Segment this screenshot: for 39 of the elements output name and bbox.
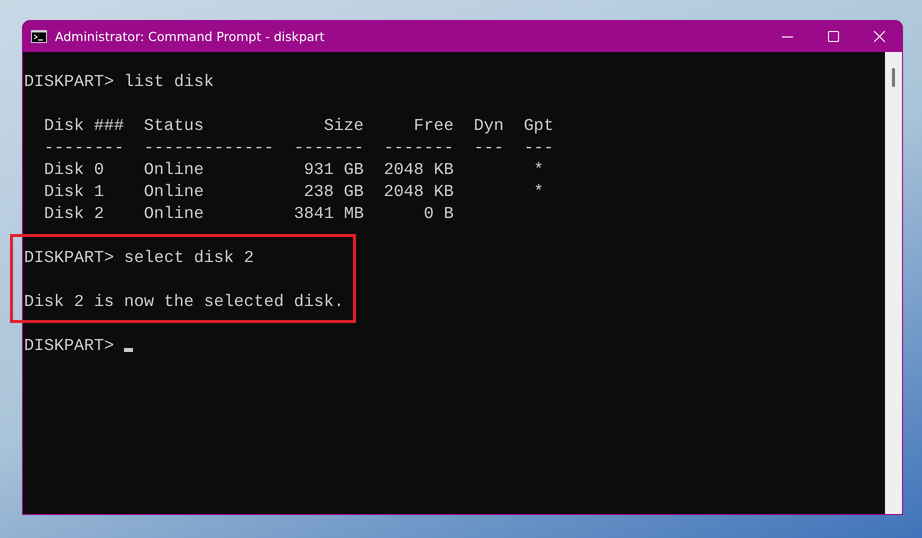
table-cell: 3841 MB bbox=[294, 204, 364, 226]
table-cell-text: Disk 1 bbox=[44, 182, 105, 204]
column-header: Gpt bbox=[524, 116, 554, 138]
column-rule: --- bbox=[474, 138, 504, 160]
maximize-icon bbox=[828, 31, 838, 42]
table-cell-text: 931 GB bbox=[302, 160, 364, 182]
column-rule: --- bbox=[524, 138, 554, 160]
column-rule: ------------- bbox=[144, 138, 274, 160]
table-cell-text: 0 B bbox=[422, 204, 454, 226]
close-icon bbox=[874, 31, 884, 42]
command-text: select disk 2 bbox=[124, 249, 254, 268]
table-cell-text: Disk 0 bbox=[44, 160, 105, 182]
minimize-icon bbox=[782, 36, 792, 38]
table-cell-text: Disk 2 bbox=[44, 204, 105, 226]
prompt-text: DISKPART> bbox=[24, 73, 114, 92]
table-cell-text: 238 GB bbox=[302, 182, 364, 204]
table-cell-text: Online bbox=[144, 160, 205, 182]
column-rule: -------- bbox=[44, 138, 124, 160]
table-cell-text: * bbox=[532, 160, 545, 182]
table-cell-text: Online bbox=[144, 182, 205, 204]
column-rule: ------- bbox=[384, 138, 454, 160]
table-cell-text: * bbox=[532, 182, 545, 204]
window-title: Administrator: Command Prompt - diskpart bbox=[55, 29, 326, 44]
scrollbar[interactable] bbox=[885, 52, 902, 514]
column-rule: ------- bbox=[294, 138, 364, 160]
command-text: list disk bbox=[124, 73, 214, 92]
column-header: Status bbox=[144, 116, 205, 138]
prompt-text: DISKPART> bbox=[24, 337, 114, 356]
prompt-text: DISKPART> bbox=[24, 249, 114, 268]
scrollbar-thumb[interactable] bbox=[892, 68, 895, 87]
table-cell: 2048 KB bbox=[384, 182, 454, 204]
column-header: Size bbox=[322, 116, 364, 138]
table-cell-text: Online bbox=[144, 204, 205, 226]
output-text: Disk 2 is now the selected disk. bbox=[24, 292, 345, 314]
table-cell: 2048 KB bbox=[384, 160, 454, 182]
column-header: Disk ### bbox=[44, 116, 124, 138]
terminal-icon bbox=[31, 30, 47, 43]
column-header: Dyn bbox=[474, 116, 504, 138]
column-header: Free bbox=[412, 116, 454, 138]
